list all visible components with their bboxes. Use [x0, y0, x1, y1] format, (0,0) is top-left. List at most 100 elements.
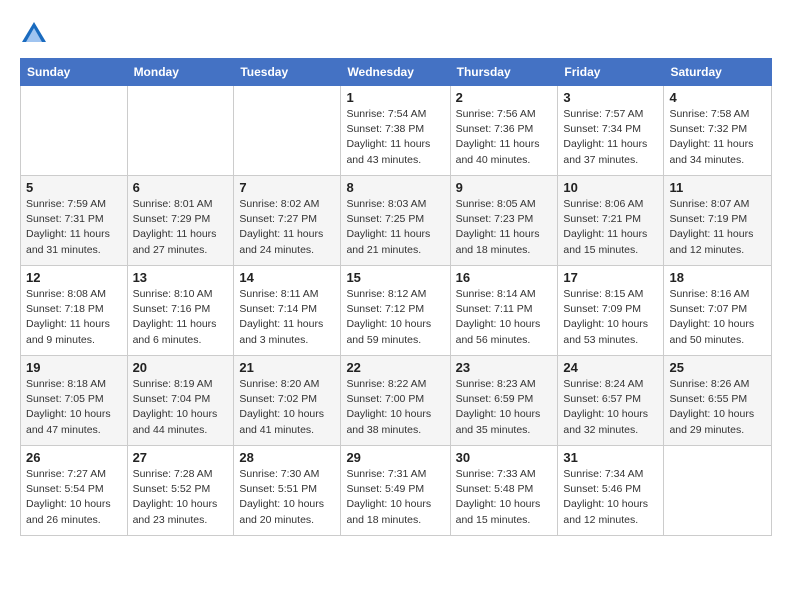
day-info: Sunrise: 7:56 AM Sunset: 7:36 PM Dayligh…	[456, 107, 553, 168]
day-number: 7	[239, 180, 335, 195]
day-info: Sunrise: 8:05 AM Sunset: 7:23 PM Dayligh…	[456, 197, 553, 258]
calendar-header-thursday: Thursday	[450, 59, 558, 86]
calendar-cell: 28Sunrise: 7:30 AM Sunset: 5:51 PM Dayli…	[234, 446, 341, 536]
day-number: 8	[346, 180, 444, 195]
day-info: Sunrise: 7:57 AM Sunset: 7:34 PM Dayligh…	[563, 107, 658, 168]
day-number: 26	[26, 450, 122, 465]
day-info: Sunrise: 8:20 AM Sunset: 7:02 PM Dayligh…	[239, 377, 335, 438]
day-info: Sunrise: 8:15 AM Sunset: 7:09 PM Dayligh…	[563, 287, 658, 348]
day-number: 3	[563, 90, 658, 105]
day-number: 27	[133, 450, 229, 465]
day-info: Sunrise: 8:06 AM Sunset: 7:21 PM Dayligh…	[563, 197, 658, 258]
day-info: Sunrise: 8:23 AM Sunset: 6:59 PM Dayligh…	[456, 377, 553, 438]
calendar-week-row: 26Sunrise: 7:27 AM Sunset: 5:54 PM Dayli…	[21, 446, 772, 536]
day-number: 2	[456, 90, 553, 105]
day-number: 10	[563, 180, 658, 195]
calendar-header-monday: Monday	[127, 59, 234, 86]
page-header	[20, 20, 772, 48]
day-info: Sunrise: 8:18 AM Sunset: 7:05 PM Dayligh…	[26, 377, 122, 438]
day-number: 20	[133, 360, 229, 375]
calendar-cell: 9 Sunrise: 8:05 AM Sunset: 7:23 PM Daylig…	[450, 176, 558, 266]
calendar-cell: 24 Sunrise: 8:24 AM Sunset: 6:57 PM Dayli…	[558, 356, 664, 446]
calendar-cell: 20 Sunrise: 8:19 AM Sunset: 7:04 PM Dayli…	[127, 356, 234, 446]
calendar-week-row: 19 Sunrise: 8:18 AM Sunset: 7:05 PM Dayli…	[21, 356, 772, 446]
day-info: Sunrise: 7:33 AM Sunset: 5:48 PM Dayligh…	[456, 467, 553, 528]
day-info: Sunrise: 7:28 AM Sunset: 5:52 PM Dayligh…	[133, 467, 229, 528]
calendar-week-row: 5 Sunrise: 7:59 AM Sunset: 7:31 PM Daylig…	[21, 176, 772, 266]
day-info: Sunrise: 8:24 AM Sunset: 6:57 PM Dayligh…	[563, 377, 658, 438]
day-number: 30	[456, 450, 553, 465]
calendar-cell: 23 Sunrise: 8:23 AM Sunset: 6:59 PM Dayli…	[450, 356, 558, 446]
day-number: 14	[239, 270, 335, 285]
day-number: 13	[133, 270, 229, 285]
calendar-cell: 29 Sunrise: 7:31 AM Sunset: 5:49 PM Dayli…	[341, 446, 450, 536]
day-number: 16	[456, 270, 553, 285]
calendar-header-wednesday: Wednesday	[341, 59, 450, 86]
day-info: Sunrise: 8:10 AM Sunset: 7:16 PM Dayligh…	[133, 287, 229, 348]
calendar-week-row: 12 Sunrise: 8:08 AM Sunset: 7:18 PM Dayli…	[21, 266, 772, 356]
day-number: 29	[346, 450, 444, 465]
calendar-cell: 10 Sunrise: 8:06 AM Sunset: 7:21 PM Dayli…	[558, 176, 664, 266]
calendar-header-row: SundayMondayTuesdayWednesdayThursdayFrid…	[21, 59, 772, 86]
day-number: 24	[563, 360, 658, 375]
day-info: Sunrise: 7:30 AM Sunset: 5:51 PM Dayligh…	[239, 467, 335, 528]
day-info: Sunrise: 8:22 AM Sunset: 7:00 PM Dayligh…	[346, 377, 444, 438]
day-info: Sunrise: 8:11 AM Sunset: 7:14 PM Dayligh…	[239, 287, 335, 348]
day-info: Sunrise: 7:58 AM Sunset: 7:32 PM Dayligh…	[669, 107, 766, 168]
day-info: Sunrise: 8:26 AM Sunset: 6:55 PM Dayligh…	[669, 377, 766, 438]
day-number: 31	[563, 450, 658, 465]
day-number: 25	[669, 360, 766, 375]
calendar-header-sunday: Sunday	[21, 59, 128, 86]
day-number: 4	[669, 90, 766, 105]
day-number: 9	[456, 180, 553, 195]
day-info: Sunrise: 8:01 AM Sunset: 7:29 PM Dayligh…	[133, 197, 229, 258]
day-info: Sunrise: 8:03 AM Sunset: 7:25 PM Dayligh…	[346, 197, 444, 258]
calendar-cell: 13 Sunrise: 8:10 AM Sunset: 7:16 PM Dayli…	[127, 266, 234, 356]
day-info: Sunrise: 8:14 AM Sunset: 7:11 PM Dayligh…	[456, 287, 553, 348]
calendar-cell: 22Sunrise: 8:22 AM Sunset: 7:00 PM Dayli…	[341, 356, 450, 446]
day-info: Sunrise: 8:08 AM Sunset: 7:18 PM Dayligh…	[26, 287, 122, 348]
calendar-cell: 27 Sunrise: 7:28 AM Sunset: 5:52 PM Dayli…	[127, 446, 234, 536]
day-info: Sunrise: 8:12 AM Sunset: 7:12 PM Dayligh…	[346, 287, 444, 348]
calendar-cell: 25 Sunrise: 8:26 AM Sunset: 6:55 PM Dayli…	[664, 356, 772, 446]
calendar-cell: 5 Sunrise: 7:59 AM Sunset: 7:31 PM Daylig…	[21, 176, 128, 266]
calendar-cell: 6 Sunrise: 8:01 AM Sunset: 7:29 PM Daylig…	[127, 176, 234, 266]
day-info: Sunrise: 7:34 AM Sunset: 5:46 PM Dayligh…	[563, 467, 658, 528]
calendar-cell: 11Sunrise: 8:07 AM Sunset: 7:19 PM Dayli…	[664, 176, 772, 266]
calendar-cell: 30 Sunrise: 7:33 AM Sunset: 5:48 PM Dayli…	[450, 446, 558, 536]
day-info: Sunrise: 8:19 AM Sunset: 7:04 PM Dayligh…	[133, 377, 229, 438]
day-info: Sunrise: 8:02 AM Sunset: 7:27 PM Dayligh…	[239, 197, 335, 258]
day-info: Sunrise: 7:59 AM Sunset: 7:31 PM Dayligh…	[26, 197, 122, 258]
calendar-cell	[664, 446, 772, 536]
day-number: 17	[563, 270, 658, 285]
day-number: 6	[133, 180, 229, 195]
calendar-cell: 7 Sunrise: 8:02 AM Sunset: 7:27 PM Daylig…	[234, 176, 341, 266]
calendar-cell: 14 Sunrise: 8:11 AM Sunset: 7:14 PM Dayli…	[234, 266, 341, 356]
calendar-table: SundayMondayTuesdayWednesdayThursdayFrid…	[20, 58, 772, 536]
day-number: 1	[346, 90, 444, 105]
calendar-cell: 15 Sunrise: 8:12 AM Sunset: 7:12 PM Dayli…	[341, 266, 450, 356]
calendar-cell: 1Sunrise: 7:54 AM Sunset: 7:38 PM Daylig…	[341, 86, 450, 176]
calendar-cell: 18Sunrise: 8:16 AM Sunset: 7:07 PM Dayli…	[664, 266, 772, 356]
calendar-cell	[234, 86, 341, 176]
day-number: 19	[26, 360, 122, 375]
day-number: 15	[346, 270, 444, 285]
day-number: 5	[26, 180, 122, 195]
calendar-cell: 12 Sunrise: 8:08 AM Sunset: 7:18 PM Dayli…	[21, 266, 128, 356]
logo-icon	[20, 20, 48, 48]
day-number: 11	[669, 180, 766, 195]
day-number: 23	[456, 360, 553, 375]
calendar-cell: 19 Sunrise: 8:18 AM Sunset: 7:05 PM Dayli…	[21, 356, 128, 446]
day-info: Sunrise: 7:31 AM Sunset: 5:49 PM Dayligh…	[346, 467, 444, 528]
day-number: 21	[239, 360, 335, 375]
day-number: 12	[26, 270, 122, 285]
calendar-cell: 31 Sunrise: 7:34 AM Sunset: 5:46 PM Dayli…	[558, 446, 664, 536]
calendar-header-saturday: Saturday	[664, 59, 772, 86]
calendar-cell: 17 Sunrise: 8:15 AM Sunset: 7:09 PM Dayli…	[558, 266, 664, 356]
day-number: 18	[669, 270, 766, 285]
calendar-header-friday: Friday	[558, 59, 664, 86]
calendar-cell	[21, 86, 128, 176]
logo	[20, 20, 52, 48]
calendar-cell: 8 Sunrise: 8:03 AM Sunset: 7:25 PM Daylig…	[341, 176, 450, 266]
calendar-cell: 4 Sunrise: 7:58 AM Sunset: 7:32 PM Daylig…	[664, 86, 772, 176]
